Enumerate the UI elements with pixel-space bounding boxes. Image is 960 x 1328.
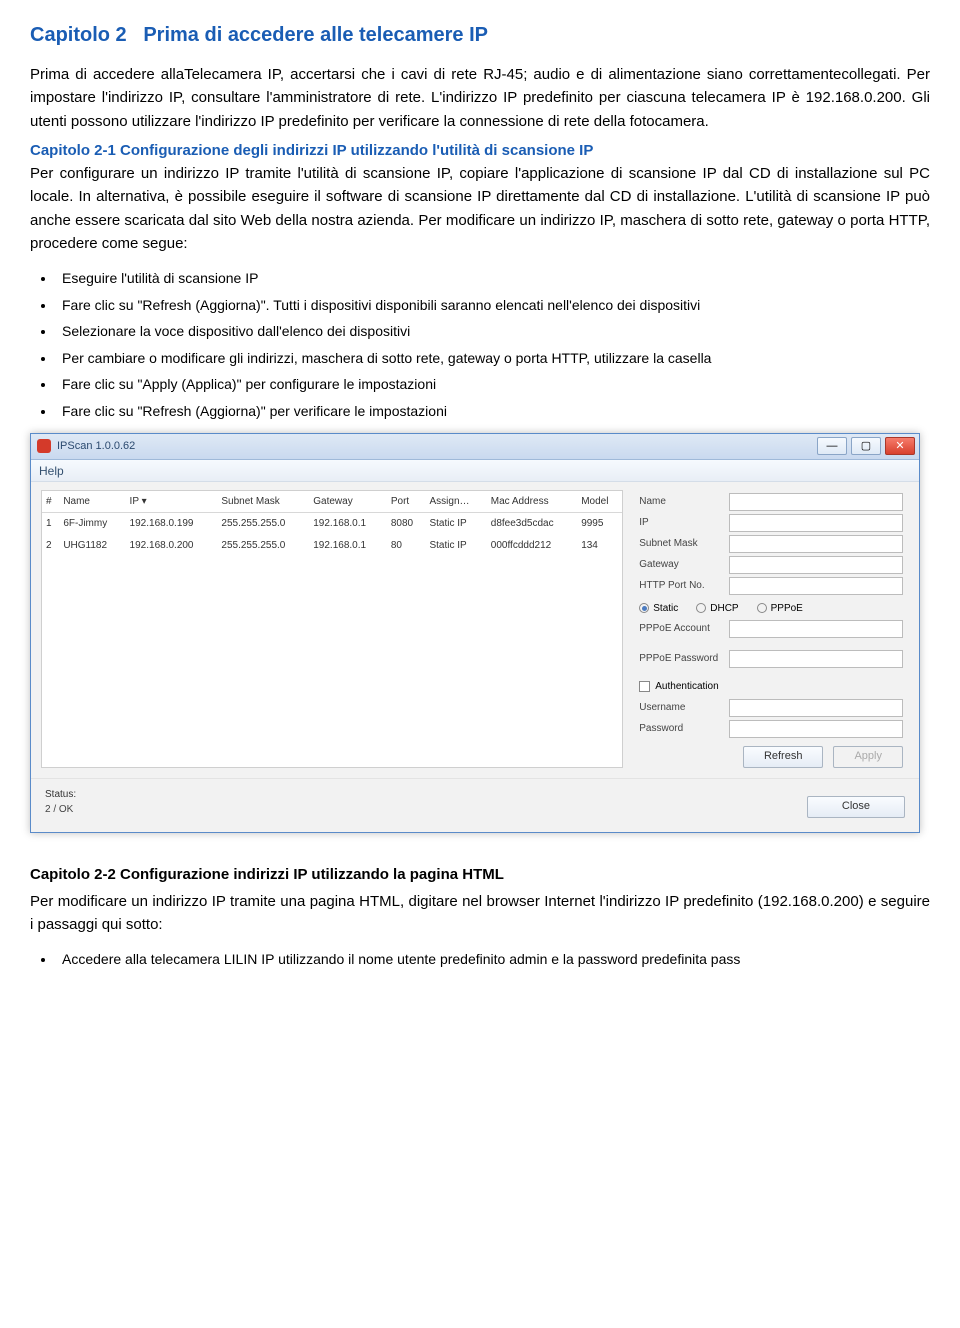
sub-chapter-1: Capitolo 2-1 Configurazione degli indiri… — [30, 139, 930, 255]
status-value: 2 / OK — [45, 802, 76, 818]
menu-help[interactable]: Help — [39, 464, 64, 478]
col-model[interactable]: Model — [577, 491, 622, 513]
input-pppoe-password[interactable] — [729, 650, 903, 668]
window-title: IPScan 1.0.0.62 — [57, 438, 135, 455]
menubar: Help — [31, 460, 919, 482]
col-name[interactable]: Name — [59, 491, 125, 513]
status-label: Status: — [45, 787, 76, 803]
label-password: Password — [639, 721, 729, 737]
assign-mode-radios: Static DHCP PPPoE — [639, 601, 903, 617]
sub-chapter-2-text: Per modificare un indirizzo IP tramite u… — [30, 890, 930, 937]
table-row[interactable]: 2 UHG1182 192.168.0.200 255.255.255.0 19… — [42, 535, 622, 557]
input-gw[interactable] — [729, 556, 903, 574]
input-ip[interactable] — [729, 514, 903, 532]
bullet-item: Per cambiare o modificare gli indirizzi,… — [56, 345, 930, 372]
bullet-item: Selezionare la voce dispositivo dall'ele… — [56, 318, 930, 345]
col-ip[interactable]: IP ▾ — [126, 491, 218, 513]
label-username: Username — [639, 700, 729, 716]
apply-button[interactable]: Apply — [833, 746, 903, 768]
col-num[interactable]: # — [42, 491, 59, 513]
status-area: Status: 2 / OK — [45, 787, 76, 818]
window-close-button[interactable]: ✕ — [885, 437, 915, 455]
table-row[interactable]: 1 6F-Jimmy 192.168.0.199 255.255.255.0 1… — [42, 513, 622, 535]
sub-chapter-2-title: Capitolo 2-2 Configurazione indirizzi IP… — [30, 863, 930, 886]
properties-pane: Name IP Subnet Mask Gateway HTTP Port No… — [633, 490, 909, 768]
radio-pppoe[interactable]: PPPoE — [757, 601, 803, 617]
refresh-button[interactable]: Refresh — [743, 746, 824, 768]
sort-down-icon: ▾ — [142, 496, 147, 507]
window-titlebar: IPScan 1.0.0.62 — ▢ ✕ — [31, 434, 919, 460]
app-icon — [37, 439, 51, 453]
bullet-item: Eseguire l'utilità di scansione IP — [56, 265, 930, 292]
device-table: # Name IP ▾ Subnet Mask Gateway Port Ass… — [42, 491, 622, 557]
bullet-item: Fare clic su "Refresh (Aggiorna)" per ve… — [56, 398, 930, 425]
bullet-item: Accedere alla telecamera LILIN IP utiliz… — [56, 946, 930, 973]
label-pppoe-account: PPPoE Account — [639, 621, 729, 637]
label-http: HTTP Port No. — [639, 578, 729, 594]
label-name: Name — [639, 494, 729, 510]
bullet-list-1: Eseguire l'utilità di scansione IP Fare … — [30, 265, 930, 425]
input-mask[interactable] — [729, 535, 903, 553]
input-password[interactable] — [729, 720, 903, 738]
bullet-item: Fare clic su "Refresh (Aggiorna)". Tutti… — [56, 292, 930, 319]
window-maximize-button[interactable]: ▢ — [851, 437, 881, 455]
radio-dhcp[interactable]: DHCP — [696, 601, 738, 617]
col-assign[interactable]: Assign… — [425, 491, 486, 513]
chapter-paragraph-1: Prima di accedere allaTelecamera IP, acc… — [30, 63, 930, 133]
label-ip: IP — [639, 515, 729, 531]
window-minimize-button[interactable]: — — [817, 437, 847, 455]
close-button[interactable]: Close — [807, 796, 905, 818]
col-gw[interactable]: Gateway — [309, 491, 387, 513]
input-username[interactable] — [729, 699, 903, 717]
device-table-pane: # Name IP ▾ Subnet Mask Gateway Port Ass… — [41, 490, 623, 768]
bullet-item: Fare clic su "Apply (Applica)" per confi… — [56, 371, 930, 398]
label-gw: Gateway — [639, 557, 729, 573]
chapter-title: Capitolo 2 Prima di accedere alle teleca… — [30, 20, 930, 51]
bullet-list-2: Accedere alla telecamera LILIN IP utiliz… — [30, 946, 930, 973]
col-mac[interactable]: Mac Address — [487, 491, 577, 513]
label-mask: Subnet Mask — [639, 536, 729, 552]
auth-checkbox[interactable]: Authentication — [639, 679, 903, 695]
radio-static[interactable]: Static — [639, 601, 678, 617]
sub-chapter-1-title: Capitolo 2-1 Configurazione degli indiri… — [30, 142, 593, 159]
ipscan-window: IPScan 1.0.0.62 — ▢ ✕ Help # Name IP ▾ S… — [30, 433, 920, 833]
col-port[interactable]: Port — [387, 491, 426, 513]
input-pppoe-account[interactable] — [729, 620, 903, 638]
col-mask[interactable]: Subnet Mask — [217, 491, 309, 513]
label-pppoe-password: PPPoE Password — [639, 651, 729, 667]
input-http[interactable] — [729, 577, 903, 595]
input-name[interactable] — [729, 493, 903, 511]
sub-chapter-1-text: Per configurare un indirizzo IP tramite … — [30, 165, 930, 252]
